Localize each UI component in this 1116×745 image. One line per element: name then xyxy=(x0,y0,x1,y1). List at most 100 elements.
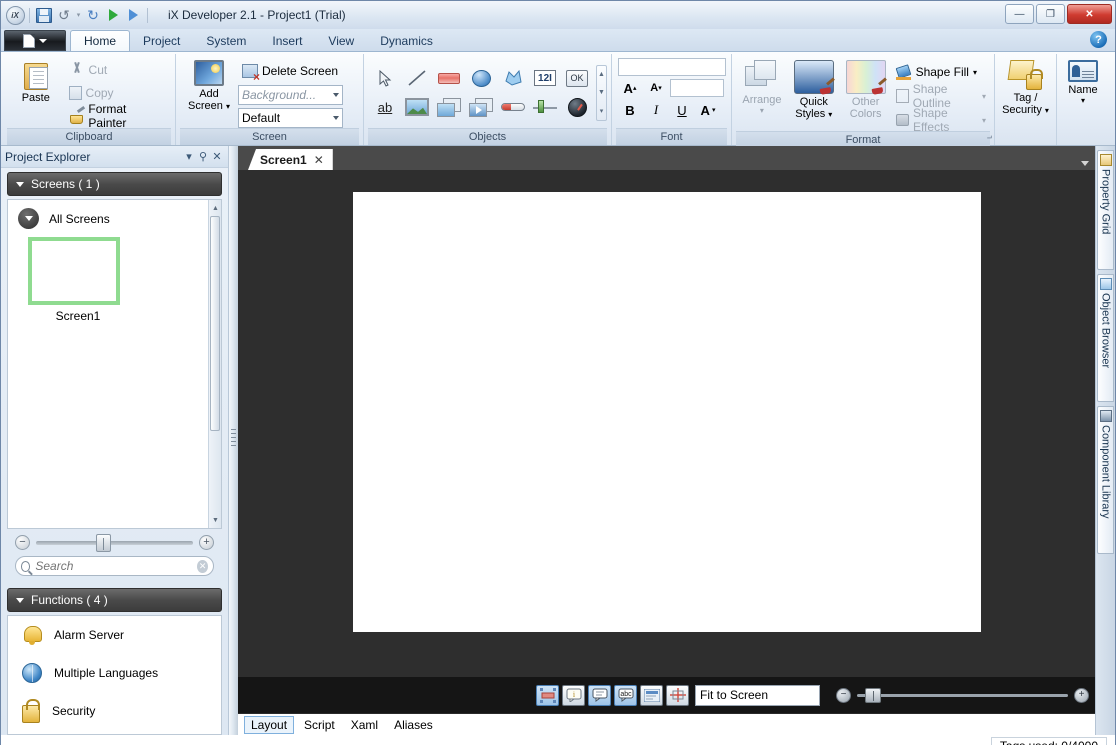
section-header-screens[interactable]: Screens ( 1 ) xyxy=(7,172,222,196)
thumbnail-zoom-slider[interactable]: − + xyxy=(7,529,222,556)
shape-fill-button[interactable]: Shape Fill ▾ xyxy=(892,61,990,83)
canvas-area[interactable] xyxy=(238,170,1095,677)
bold-button[interactable]: B xyxy=(618,100,642,120)
gallery-scroll-down-icon[interactable]: ▼ xyxy=(597,84,606,102)
info-balloon-button[interactable]: i xyxy=(562,684,585,706)
run-alt-icon[interactable] xyxy=(123,5,143,25)
screen-thumbnail-item[interactable]: Screen1 xyxy=(8,229,221,323)
tab-list-menu-icon[interactable] xyxy=(1081,161,1089,166)
paste-button[interactable]: Paste xyxy=(7,57,65,107)
editor-tab-screen1[interactable]: Screen1 ✕ xyxy=(248,149,333,170)
font-size-combo[interactable] xyxy=(670,79,724,97)
snap-to-grid-button[interactable] xyxy=(536,684,559,706)
dock-tab-object-browser[interactable]: Object Browser xyxy=(1097,274,1114,402)
search-input[interactable] xyxy=(35,559,193,573)
view-tab-layout[interactable]: Layout xyxy=(244,715,295,734)
close-icon[interactable]: ✕ xyxy=(314,153,324,167)
gallery-more-icon[interactable]: ▾ xyxy=(597,102,606,120)
scroll-up-icon[interactable]: ▲ xyxy=(209,201,221,215)
all-screens-item[interactable]: All Screens xyxy=(8,200,221,229)
ribbon-tab-dynamics[interactable]: Dynamics xyxy=(367,30,446,51)
format-dialog-launcher[interactable] xyxy=(981,133,992,144)
align-guides-button[interactable] xyxy=(666,684,689,706)
canvas-zoom-track[interactable] xyxy=(857,687,1068,703)
screen1-thumbnail[interactable] xyxy=(28,237,120,305)
gauge-icon[interactable] xyxy=(562,94,592,121)
tag-security-button[interactable]: Tag / Security ▾ xyxy=(999,57,1052,120)
close-button[interactable]: ✕ xyxy=(1067,4,1112,24)
all-screens-dropdown-icon[interactable] xyxy=(18,208,39,229)
function-item-security[interactable]: Security xyxy=(8,692,221,730)
close-panel-icon[interactable]: ✕ xyxy=(210,150,224,163)
rectangle-icon[interactable] xyxy=(434,65,464,92)
panel-menu-icon[interactable]: ▾ xyxy=(182,150,196,163)
add-screen-button[interactable]: Add Screen ▾ xyxy=(180,57,238,116)
redo-icon[interactable]: ↻ xyxy=(83,5,103,25)
slider-icon[interactable] xyxy=(530,94,560,121)
animated-picture-icon[interactable] xyxy=(434,94,464,121)
design-canvas[interactable] xyxy=(352,192,981,632)
scroll-down-icon[interactable]: ▼ xyxy=(209,513,221,527)
button-icon[interactable]: OK xyxy=(562,65,592,92)
canvas-zoom-out-button[interactable]: − xyxy=(836,687,851,703)
screens-scrollbar[interactable]: ▲ ▼ xyxy=(208,200,221,528)
canvas-zoom-handle[interactable] xyxy=(865,687,882,703)
view-tab-script[interactable]: Script xyxy=(298,717,341,733)
zoom-level-combo[interactable]: Fit to Screen xyxy=(695,684,820,706)
application-menu-button[interactable] xyxy=(4,30,66,51)
shrink-font-button[interactable]: A ▾ xyxy=(644,78,668,98)
media-icon[interactable] xyxy=(466,94,496,121)
view-tab-aliases[interactable]: Aliases xyxy=(388,717,439,733)
undo-icon[interactable]: ↺ xyxy=(54,5,74,25)
function-item-multiple-languages[interactable]: Multiple Languages xyxy=(8,654,221,692)
zoom-handle[interactable] xyxy=(95,533,111,552)
quick-styles-button[interactable]: Quick Styles ▾ xyxy=(788,57,840,124)
pin-icon[interactable]: ⚲ xyxy=(196,150,210,163)
section-header-functions[interactable]: Functions ( 4 ) xyxy=(7,588,222,612)
panel-splitter[interactable] xyxy=(229,146,238,735)
scrollbar-thumb[interactable] xyxy=(210,216,220,431)
screen-preview-button[interactable] xyxy=(640,684,663,706)
screen-style-combo[interactable]: Default xyxy=(238,108,343,128)
font-family-combo[interactable] xyxy=(618,58,726,76)
view-tab-xaml[interactable]: Xaml xyxy=(345,717,384,733)
zoom-out-button[interactable]: − xyxy=(15,535,30,550)
picture-icon[interactable] xyxy=(402,94,432,121)
italic-button[interactable]: I xyxy=(644,100,668,120)
clear-search-icon[interactable]: ✕ xyxy=(197,559,208,573)
ellipse-icon[interactable] xyxy=(466,65,496,92)
line-icon[interactable] xyxy=(402,65,432,92)
run-icon[interactable] xyxy=(103,5,123,25)
help-icon[interactable]: ? xyxy=(1090,31,1107,48)
polygon-icon[interactable] xyxy=(498,65,528,92)
meter-bar-icon[interactable] xyxy=(498,94,528,121)
numeric-icon[interactable]: 12I xyxy=(530,65,560,92)
search-box[interactable]: ✕ xyxy=(15,556,214,576)
ribbon-tab-home[interactable]: Home xyxy=(70,30,131,51)
undo-dropdown-icon[interactable]: ▾ xyxy=(74,5,83,25)
function-item-alarm-server[interactable]: Alarm Server xyxy=(8,616,221,654)
ribbon-tab-insert[interactable]: Insert xyxy=(259,30,315,51)
dock-tab-component-library[interactable]: Component Library xyxy=(1097,406,1114,554)
format-painter-button[interactable]: Format Painter xyxy=(65,102,171,130)
gallery-scroll-up-icon[interactable]: ▲ xyxy=(597,66,606,84)
grow-font-button[interactable]: A ▴ xyxy=(618,78,642,98)
ribbon-tab-view[interactable]: View xyxy=(315,30,367,51)
dock-tab-property-grid[interactable]: Property Grid xyxy=(1097,150,1114,270)
save-icon[interactable] xyxy=(34,5,54,25)
canvas-zoom-in-button[interactable]: + xyxy=(1074,687,1089,703)
ribbon-tab-system[interactable]: System xyxy=(193,30,259,51)
app-icon[interactable]: iX xyxy=(5,5,25,25)
background-combo[interactable]: Background... xyxy=(238,85,343,105)
minimize-button[interactable]: — xyxy=(1005,4,1034,24)
text-balloon-button[interactable]: abc xyxy=(614,684,637,706)
tooltip-button[interactable] xyxy=(588,684,611,706)
text-icon[interactable]: ab xyxy=(370,94,400,121)
maximize-button[interactable]: ❐ xyxy=(1036,4,1065,24)
font-color-button[interactable]: A ▾ xyxy=(696,100,720,120)
zoom-in-button[interactable]: + xyxy=(199,535,214,550)
underline-button[interactable]: U xyxy=(670,100,694,120)
zoom-track[interactable] xyxy=(36,533,193,552)
ribbon-tab-project[interactable]: Project xyxy=(130,30,193,51)
select-pointer-icon[interactable] xyxy=(370,65,400,92)
